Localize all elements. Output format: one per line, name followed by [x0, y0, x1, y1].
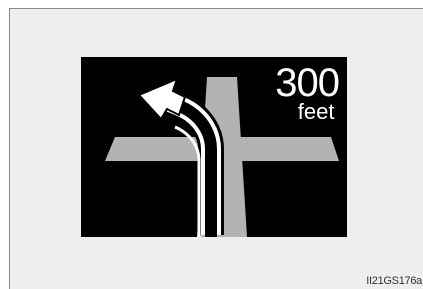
head-up-display-turn-guidance: 300 feet	[81, 57, 347, 237]
distance-readout: 300 feet	[275, 61, 340, 124]
distance-unit: feet	[297, 99, 335, 124]
distance-value: 300	[275, 61, 340, 105]
figure-caption: II21GS176a	[366, 275, 422, 287]
left-turn-arrow-icon	[137, 77, 187, 121]
